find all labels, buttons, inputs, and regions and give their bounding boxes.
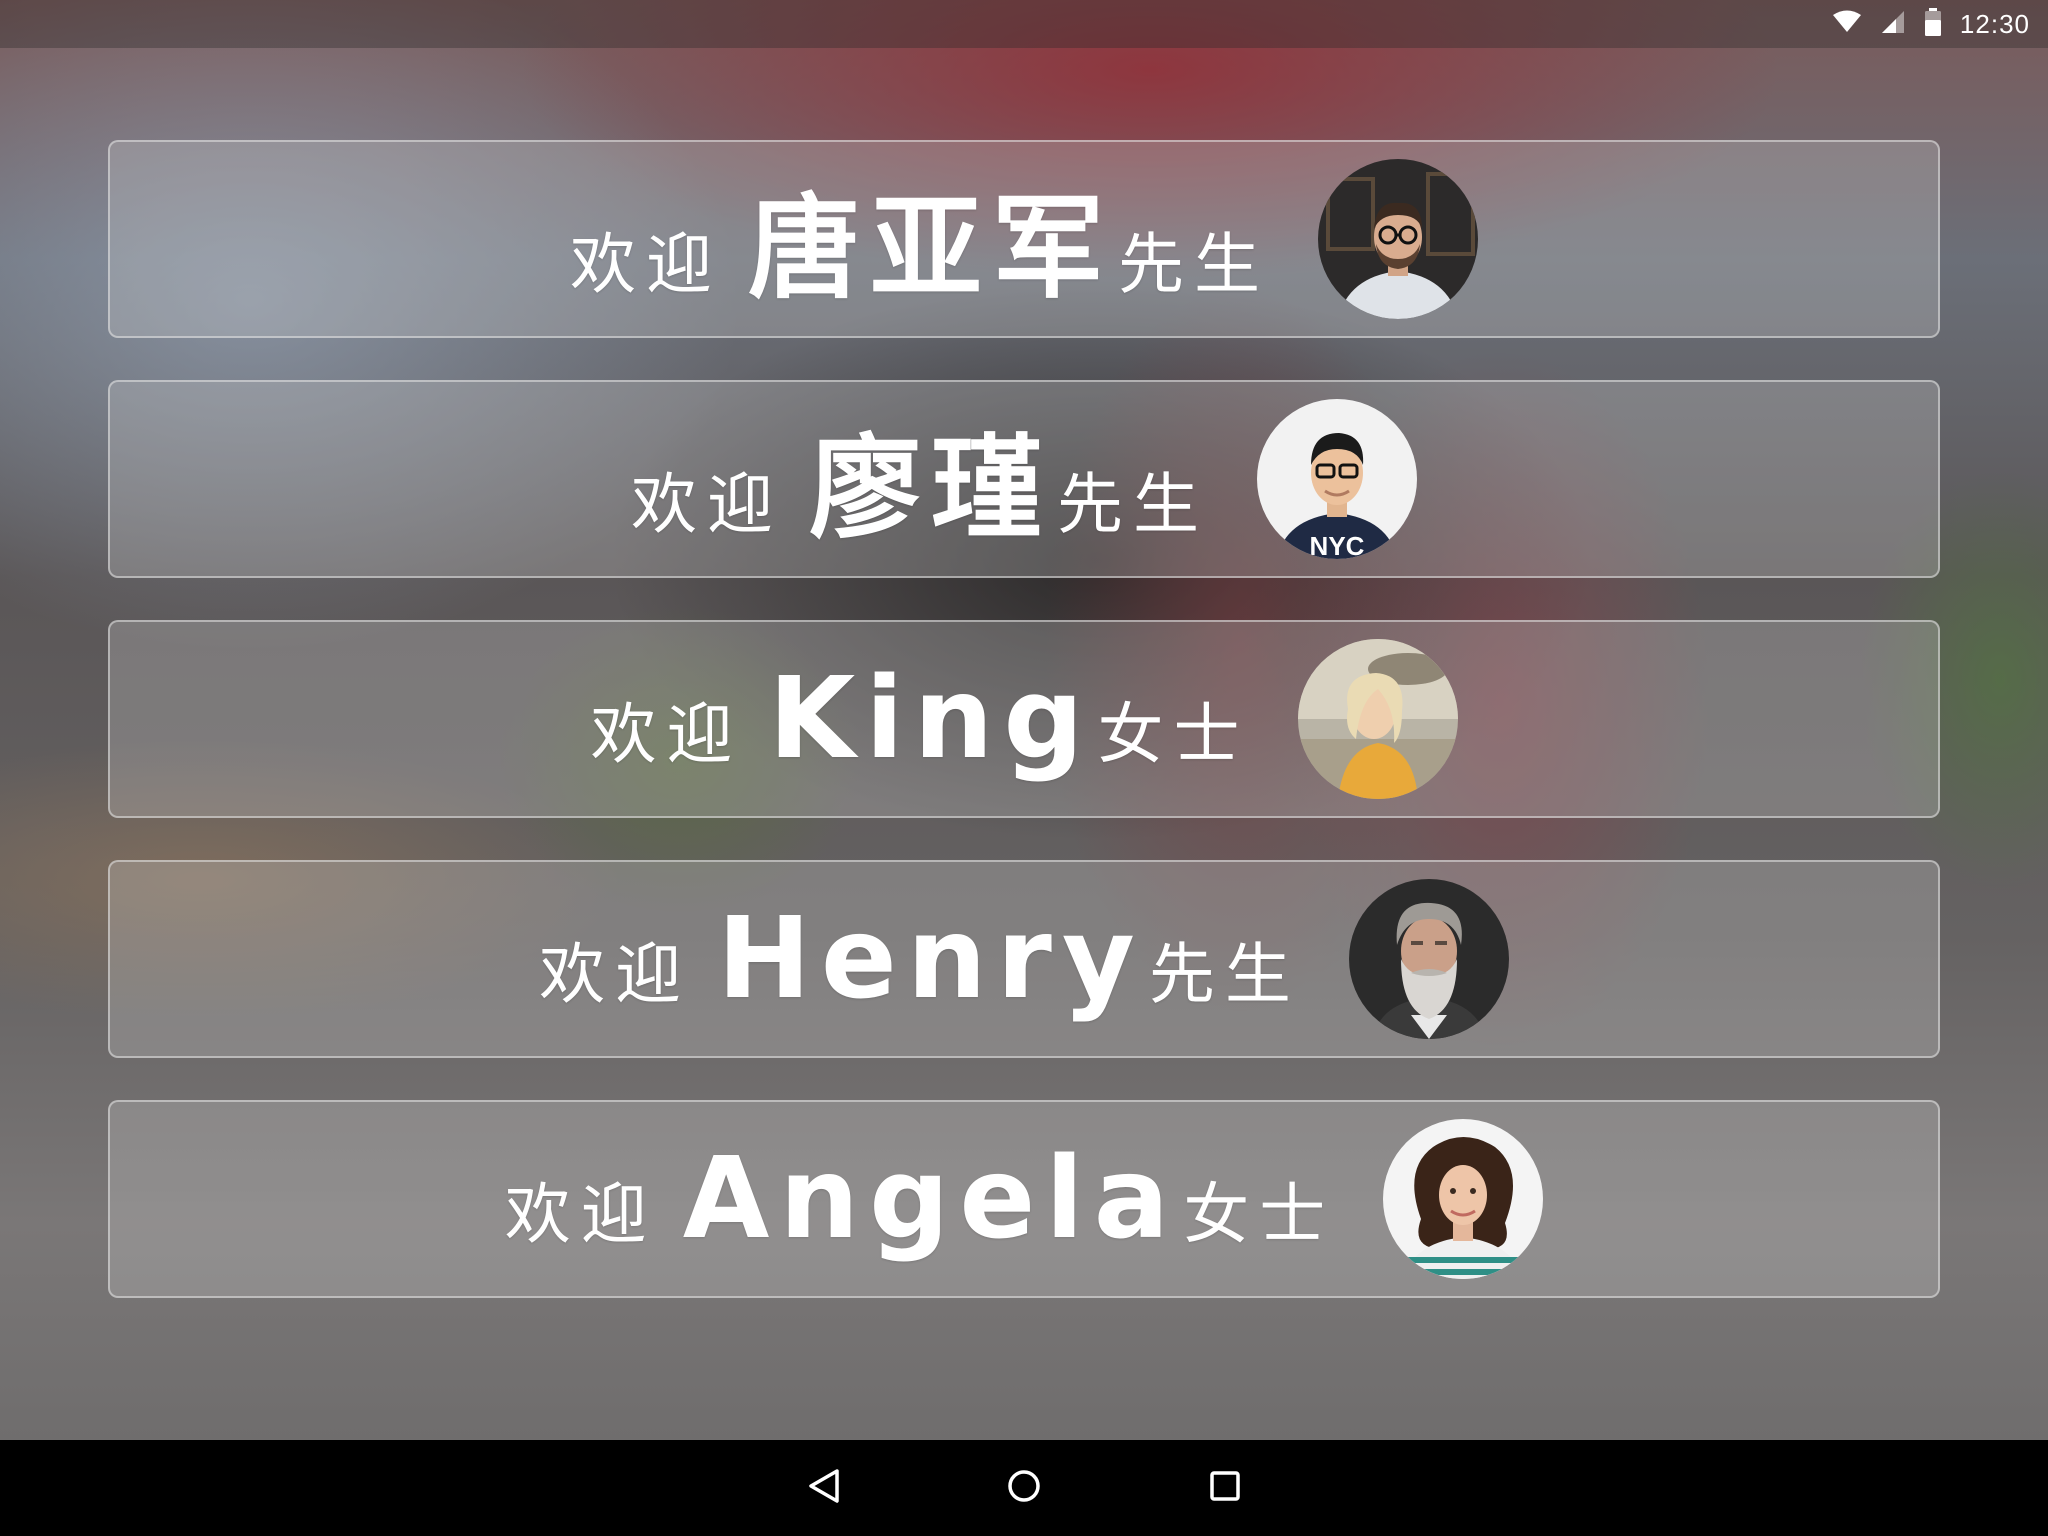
welcome-card-content: 欢迎 廖瑾 先生 NYC — [631, 398, 1417, 560]
guest-honorific: 女士 — [1097, 696, 1250, 773]
welcome-label: 欢迎 — [570, 226, 722, 303]
welcome-label: 欢迎 — [504, 1176, 657, 1253]
greeting-text: 欢迎 唐亚军 先生 — [570, 158, 1270, 320]
wifi-icon — [1832, 10, 1862, 38]
guest-avatar: NYC — [1257, 399, 1417, 559]
welcome-card: 欢迎 Henry 先生 — [108, 860, 1940, 1058]
home-button[interactable] — [1000, 1464, 1048, 1512]
welcome-label: 欢迎 — [590, 696, 743, 773]
welcome-label: 欢迎 — [539, 936, 692, 1013]
guest-honorific: 先生 — [1148, 936, 1301, 1013]
welcome-label: 欢迎 — [631, 466, 783, 543]
welcome-card: 欢迎 Angela 女士 — [108, 1100, 1940, 1298]
welcome-card-content: 欢迎 King 女士 — [590, 639, 1458, 799]
guest-avatar — [1383, 1119, 1544, 1279]
welcome-card-content: 欢迎 唐亚军 先生 — [570, 158, 1478, 320]
welcome-card-content: 欢迎 Henry 先生 — [539, 879, 1509, 1039]
guest-name: Angela — [682, 1134, 1180, 1264]
guest-name: Henry — [717, 894, 1145, 1024]
greeting-text: 欢迎 King 女士 — [590, 654, 1249, 784]
clock-time: 12:30 — [1959, 8, 2030, 39]
greeting-text: 欢迎 Angela 女士 — [505, 1134, 1336, 1264]
welcome-card-content: 欢迎 Angela 女士 — [505, 1119, 1544, 1279]
guest-name: 唐亚军 — [748, 184, 1114, 314]
guest-honorific: 先生 — [1057, 466, 1209, 543]
welcome-card: 欢迎 唐亚军 先生 — [108, 140, 1940, 338]
guest-honorific: 先生 — [1118, 226, 1270, 303]
battery-icon — [1924, 8, 1942, 40]
guest-name: 廖瑾 — [809, 424, 1053, 554]
guest-avatar — [1297, 639, 1458, 799]
status-icons: 12:30 — [1832, 8, 2030, 40]
recents-icon — [1209, 1470, 1241, 1506]
svg-text:NYC: NYC — [1310, 531, 1365, 559]
back-icon — [807, 1468, 841, 1508]
guest-name: King — [768, 654, 1094, 784]
greeting-text: 欢迎 Henry 先生 — [539, 894, 1301, 1024]
navigation-bar — [0, 1440, 2048, 1536]
back-button[interactable] — [800, 1464, 848, 1512]
guest-avatar — [1348, 879, 1509, 1039]
cell-signal-icon — [1880, 9, 1906, 39]
home-icon — [1006, 1468, 1042, 1508]
welcome-card: 欢迎 廖瑾 先生 NYC — [108, 380, 1940, 578]
greeting-text: 欢迎 廖瑾 先生 — [631, 398, 1209, 560]
status-bar: 12:30 — [0, 0, 2048, 48]
recents-button[interactable] — [1201, 1464, 1249, 1512]
guest-honorific: 女士 — [1183, 1176, 1336, 1253]
guest-avatar — [1318, 159, 1478, 319]
kiosk-screen: 12:30 欢迎 唐亚军 先生 欢迎 廖瑾 先生 NYC 欢迎 King 女士 … — [0, 0, 2048, 1536]
welcome-card: 欢迎 King 女士 — [108, 620, 1940, 818]
